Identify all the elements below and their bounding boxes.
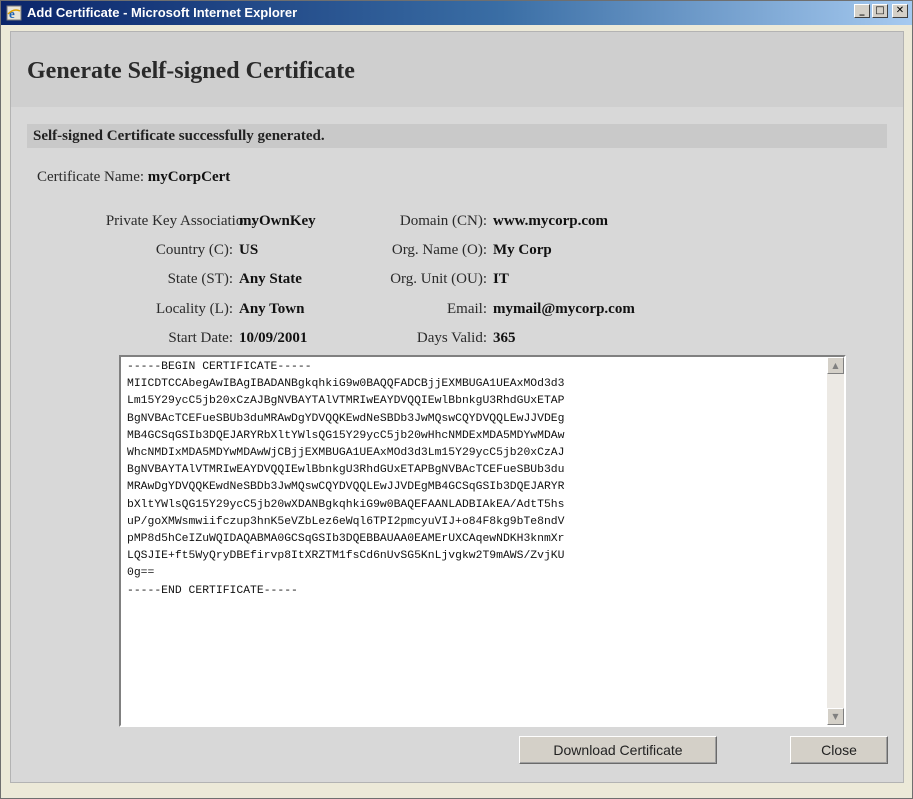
org-name-value: My Corp — [493, 242, 552, 258]
status-bar: Self-signed Certificate successfully gen… — [27, 124, 887, 148]
scroll-up-icon: ▲ — [832, 361, 839, 370]
certificate-name-value: myCorpCert — [147, 169, 231, 185]
window-title: Add Certificate - Microsoft Internet Exp… — [27, 5, 298, 20]
org-name-label: Org. Name (O): — [391, 242, 487, 258]
browser-window: e Add Certificate - Microsoft Internet E… — [0, 0, 913, 799]
minimize-icon: _ — [859, 5, 865, 16]
close-button[interactable]: Close — [790, 736, 888, 764]
private-key-label: Private Key Association: — [105, 213, 255, 229]
locality-value: Any Town — [239, 301, 305, 317]
minimize-button[interactable]: _ — [854, 4, 870, 18]
days-valid-value: 365 — [493, 330, 516, 346]
title-bar: e Add Certificate - Microsoft Internet E… — [1, 1, 912, 25]
close-window-button[interactable]: ✕ — [892, 4, 908, 18]
scroll-up-button[interactable]: ▲ — [827, 357, 844, 374]
certificate-scrollbar[interactable]: ▲ ▼ — [827, 357, 844, 725]
heading-bar: Generate Self-signed Certificate — [11, 32, 903, 107]
page-title: Generate Self-signed Certificate — [27, 58, 355, 84]
download-certificate-button[interactable]: Download Certificate — [519, 736, 717, 764]
email-label: Email: — [447, 301, 487, 317]
svg-text:e: e — [9, 6, 15, 21]
start-date-value: 10/09/2001 — [239, 330, 308, 346]
locality-label: Locality (L): — [155, 301, 233, 317]
certificate-name-row: Certificate Name: myCorpCert — [37, 169, 230, 186]
domain-value: www.mycorp.com — [493, 213, 608, 229]
country-value: US — [239, 242, 259, 258]
state-label: State (ST): — [167, 271, 233, 287]
start-date-label: Start Date: — [168, 330, 233, 346]
scroll-down-icon: ▼ — [832, 712, 839, 721]
certificate-text: -----BEGIN CERTIFICATE----- MIICDTCCAbeg… — [127, 361, 565, 597]
scroll-down-button[interactable]: ▼ — [827, 708, 844, 725]
domain-label: Domain (CN): — [399, 213, 487, 229]
maximize-icon: □ — [875, 5, 885, 16]
close-icon: ✕ — [895, 5, 905, 16]
internet-explorer-icon: e — [6, 5, 22, 21]
certificate-name-label: Certificate Name: — [37, 169, 145, 185]
org-unit-label: Org. Unit (OU): — [390, 271, 487, 287]
days-valid-label: Days Valid: — [416, 330, 487, 346]
email-value: mymail@mycorp.com — [493, 301, 635, 317]
country-label: Country (C): — [155, 242, 233, 258]
status-message: Self-signed Certificate successfully gen… — [33, 128, 325, 144]
org-unit-value: IT — [493, 271, 509, 287]
dialog-content: Generate Self-signed Certificate Self-si… — [10, 31, 904, 783]
certificate-textarea[interactable]: -----BEGIN CERTIFICATE----- MIICDTCCAbeg… — [119, 355, 846, 727]
maximize-button[interactable]: □ — [872, 4, 888, 18]
state-value: Any State — [239, 271, 302, 287]
private-key-value: myOwnKey — [239, 213, 316, 229]
